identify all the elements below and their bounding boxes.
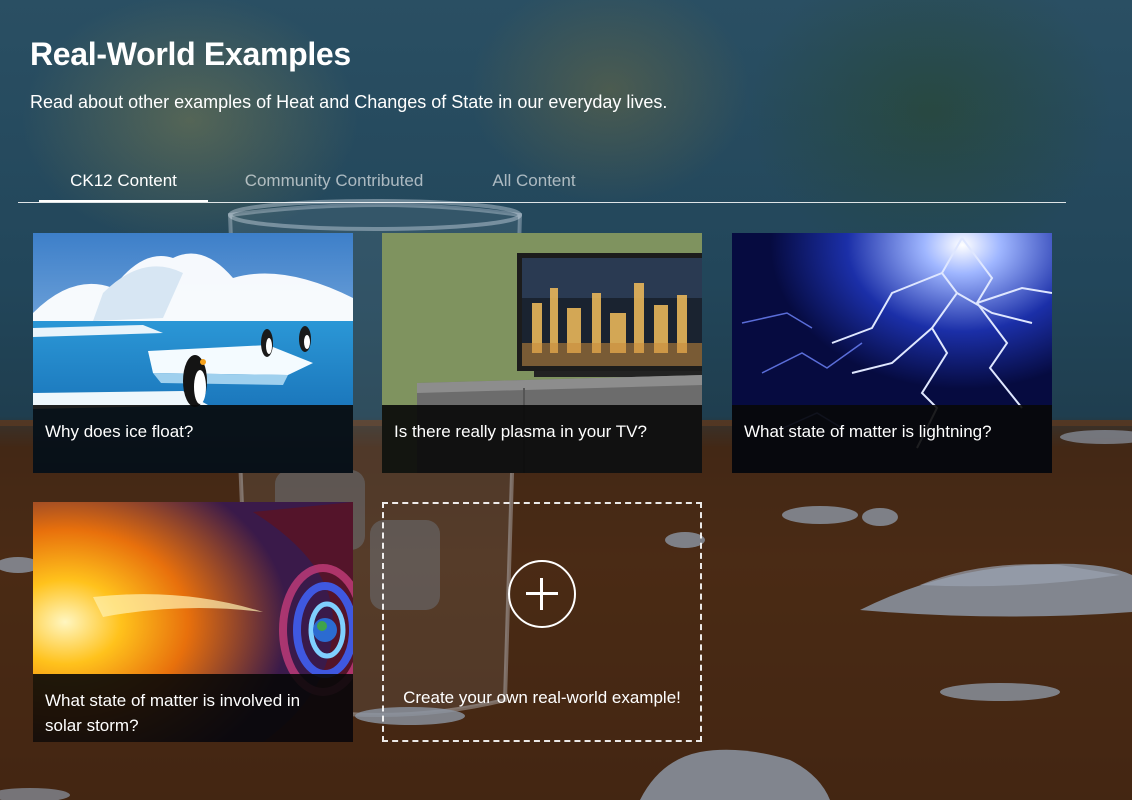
card-caption: What state of matter is involved in sola… bbox=[33, 674, 353, 742]
card-caption: Is there really plasma in your TV? bbox=[382, 405, 702, 473]
content-tabs: CK12 Content Community Contributed All C… bbox=[18, 162, 1066, 203]
plus-circle-icon bbox=[508, 560, 576, 628]
example-card-ice-float[interactable]: Why does ice float? bbox=[33, 233, 353, 473]
create-example-label: Create your own real-world example! bbox=[403, 688, 681, 707]
tab-ck12-content[interactable]: CK12 Content bbox=[39, 162, 208, 202]
card-caption: What state of matter is lightning? bbox=[732, 405, 1052, 473]
example-card-solar-storm[interactable]: What state of matter is involved in sola… bbox=[33, 502, 353, 742]
page-subtitle: Read about other examples of Heat and Ch… bbox=[30, 92, 668, 112]
tab-all-content[interactable]: All Content bbox=[470, 162, 598, 200]
example-card-lightning[interactable]: What state of matter is lightning? bbox=[732, 233, 1052, 473]
card-caption: Why does ice float? bbox=[33, 405, 353, 473]
page-title: Real-World Examples bbox=[30, 36, 351, 72]
tab-community-contributed[interactable]: Community Contributed bbox=[218, 162, 450, 200]
real-world-examples-panel: Real-World Examples Read about other exa… bbox=[0, 0, 1132, 800]
example-card-plasma-tv[interactable]: Is there really plasma in your TV? bbox=[382, 233, 702, 473]
create-example-button[interactable]: Create your own real-world example! bbox=[382, 502, 702, 742]
